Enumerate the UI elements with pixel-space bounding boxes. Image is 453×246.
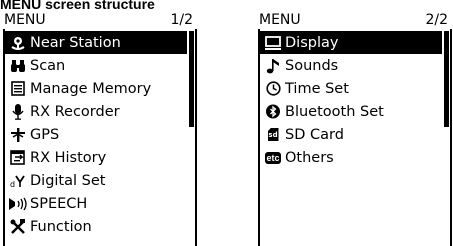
menu-item-label: Scan	[30, 57, 66, 74]
menu-item-sd-card[interactable]: sd SD Card	[260, 123, 442, 146]
page-indicator: 1/2	[170, 12, 193, 28]
menu-item-bluetooth-set[interactable]: Bluetooth Set	[260, 100, 442, 123]
menu-item-label: Function	[30, 218, 92, 235]
menu-item-label: SPEECH	[30, 195, 88, 212]
menu-item-near-station[interactable]: Near Station	[5, 31, 187, 54]
menu-item-rx-history[interactable]: RX History	[5, 146, 187, 169]
menu-list-frame: Display Sounds Time Set Bluetooth Set sd…	[258, 29, 452, 246]
menu-item-label: Others	[285, 149, 334, 166]
menu-item-gps[interactable]: GPS	[5, 123, 187, 146]
scrollbar-thumb[interactable]	[189, 31, 194, 127]
menu-screen-page-1: MENU 1/2 Near Station Scan Manage Memory…	[3, 11, 197, 246]
menu-item-sounds[interactable]: Sounds	[260, 54, 442, 77]
menu-item-label: Near Station	[30, 34, 121, 51]
scrollbar[interactable]	[444, 31, 449, 246]
menu-list: Near Station Scan Manage Memory RX Recor…	[5, 31, 187, 238]
menu-item-label: Manage Memory	[30, 80, 152, 97]
scrollbar-thumb[interactable]	[444, 31, 449, 127]
menu-item-others[interactable]: etc Others	[260, 146, 442, 169]
svg-text:d: d	[10, 180, 15, 188]
gps-antenna-icon	[8, 127, 28, 143]
menu-item-label: GPS	[30, 126, 60, 143]
tools-icon	[8, 218, 28, 235]
menu-item-label: RX Recorder	[30, 103, 120, 120]
microphone-icon	[8, 103, 28, 120]
sd-card-icon: sd	[263, 127, 283, 143]
speech-icon	[8, 196, 28, 212]
digital-set-icon: d	[8, 173, 28, 189]
menu-list: Display Sounds Time Set Bluetooth Set sd…	[260, 31, 442, 169]
menu-item-digital-set[interactable]: d Digital Set	[5, 169, 187, 192]
menu-list-frame: Near Station Scan Manage Memory RX Recor…	[3, 29, 197, 246]
menu-item-label: Digital Set	[30, 172, 106, 189]
menu-title: MENU	[4, 12, 46, 28]
menu-title: MENU	[259, 12, 301, 28]
menu-header: MENU 2/2	[258, 11, 452, 29]
scrollbar[interactable]	[189, 31, 194, 246]
bluetooth-icon	[263, 104, 283, 120]
menu-header: MENU 1/2	[3, 11, 197, 29]
music-note-icon	[263, 58, 283, 74]
menu-item-label: Time Set	[285, 80, 349, 97]
menu-item-function[interactable]: Function	[5, 215, 187, 238]
clock-icon	[263, 81, 283, 97]
near-station-icon	[8, 35, 28, 51]
menu-item-label: Sounds	[285, 57, 339, 74]
menu-item-time-set[interactable]: Time Set	[260, 77, 442, 100]
menu-item-label: RX History	[30, 149, 107, 166]
monitor-icon	[263, 35, 283, 51]
page-indicator: 2/2	[425, 12, 448, 28]
menu-item-rx-recorder[interactable]: RX Recorder	[5, 100, 187, 123]
menu-item-label: SD Card	[285, 126, 344, 143]
memory-document-icon	[8, 81, 28, 97]
menu-item-label: Display	[285, 34, 339, 51]
menu-screen-page-2: MENU 2/2 Display Sounds Time Set Bluetoo…	[258, 11, 452, 246]
etc-icon: etc	[265, 151, 281, 164]
rx-history-icon	[8, 150, 28, 166]
binoculars-icon	[8, 58, 28, 74]
menu-item-label: Bluetooth Set	[285, 103, 384, 120]
menu-item-display[interactable]: Display	[260, 31, 442, 54]
menu-item-manage-memory[interactable]: Manage Memory	[5, 77, 187, 100]
menu-item-speech[interactable]: SPEECH	[5, 192, 187, 215]
menu-item-scan[interactable]: Scan	[5, 54, 187, 77]
